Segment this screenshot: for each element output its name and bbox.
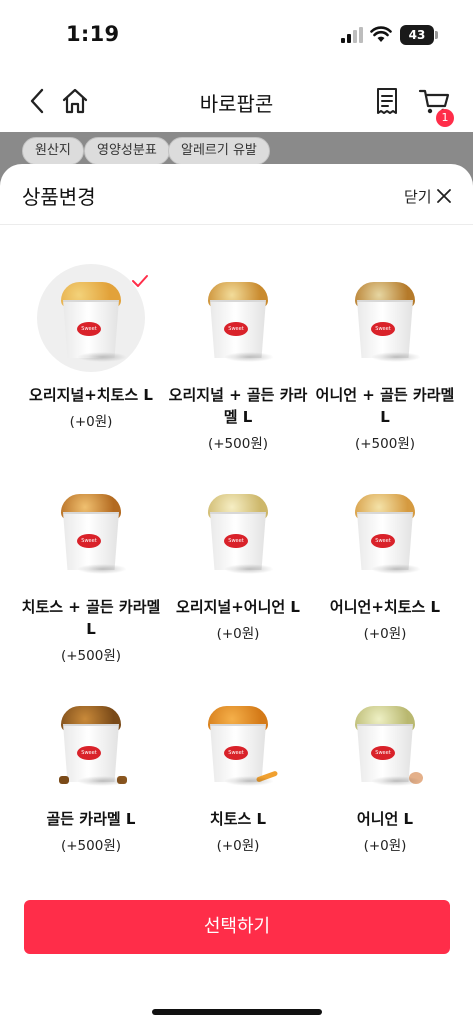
wifi-icon xyxy=(370,26,392,42)
home-indicator xyxy=(152,1009,322,1015)
product-price: (+0원) xyxy=(216,838,260,854)
product-option[interactable]: Sweet 어니언 + 골든 카라멜 L (+500원) xyxy=(312,264,458,452)
product-image: Sweet xyxy=(331,688,439,796)
product-option[interactable]: Sweet 골든 카라멜 L (+500원) xyxy=(18,688,164,854)
status-bar: 1:19 43 xyxy=(0,0,473,70)
product-name: 어니언 + 골든 카라멜 L xyxy=(315,386,455,426)
product-image: Sweet xyxy=(37,688,145,796)
receipt-icon[interactable] xyxy=(374,86,400,116)
app-header: 바로팝콘 xyxy=(0,70,473,132)
product-price: (+0원) xyxy=(216,626,260,642)
product-option[interactable]: Sweet 어니언+치토스 L (+0원) xyxy=(312,476,458,642)
product-image: Sweet xyxy=(331,476,439,584)
chip-allergy[interactable]: 알레르기 유발 xyxy=(168,137,270,165)
close-button[interactable]: 닫기 xyxy=(404,184,451,208)
product-image: Sweet xyxy=(37,264,148,372)
product-name: 오리지널 + 골든 카라멜 L xyxy=(168,386,308,426)
product-image: Sweet xyxy=(184,688,292,796)
product-name: 어니언+치토스 L xyxy=(329,598,441,616)
close-icon xyxy=(436,189,451,203)
sheet-title: 상품변경 xyxy=(22,185,96,209)
product-name: 어니언 L xyxy=(356,810,414,828)
chip-origin[interactable]: 원산지 xyxy=(22,137,84,165)
chip-nutrition[interactable]: 영양성분표 xyxy=(84,137,170,165)
product-option[interactable]: Sweet 치토스 + 골든 카라멜 L (+500원) xyxy=(18,476,164,664)
product-option[interactable]: Sweet 어니언 L (+0원) xyxy=(312,688,458,854)
page-title: 바로팝콘 xyxy=(199,92,274,116)
product-name: 치토스 L xyxy=(209,810,267,828)
status-time: 1:19 xyxy=(66,22,120,46)
product-image: Sweet xyxy=(184,476,292,584)
product-option[interactable]: Sweet 오리지널+치토스 L (+0원) xyxy=(18,264,164,430)
product-name: 치토스 + 골든 카라멜 L xyxy=(21,598,161,638)
product-price: (+0원) xyxy=(69,414,113,430)
select-button[interactable]: 선택하기 xyxy=(24,900,450,954)
product-image: Sweet xyxy=(184,264,292,372)
signal-icon xyxy=(341,27,363,43)
sheet-divider xyxy=(0,224,473,225)
product-name: 골든 카라멜 L xyxy=(46,810,136,828)
check-icon xyxy=(132,275,148,287)
product-price: (+0원) xyxy=(363,626,407,642)
product-option[interactable]: Sweet 오리지널 + 골든 카라멜 L (+500원) xyxy=(165,264,311,452)
product-image: Sweet xyxy=(37,476,145,584)
product-name: 오리지널+어니언 L xyxy=(176,598,300,616)
product-name: 오리지널+치토스 L xyxy=(29,386,153,404)
product-price: (+0원) xyxy=(363,838,407,854)
product-price: (+500원) xyxy=(60,648,122,664)
product-price: (+500원) xyxy=(207,436,269,452)
product-price: (+500원) xyxy=(60,838,122,854)
battery-indicator: 43 xyxy=(400,25,438,45)
product-image: Sweet xyxy=(331,264,439,372)
product-option[interactable]: Sweet 오리지널+어니언 L (+0원) xyxy=(165,476,311,642)
close-label: 닫기 xyxy=(404,187,432,206)
cart-count-badge: 1 xyxy=(436,109,454,127)
product-price: (+500원) xyxy=(354,436,416,452)
product-option[interactable]: Sweet 치토스 L (+0원) xyxy=(165,688,311,854)
product-change-sheet: 상품변경 닫기 Sweet 오리지널+치토스 L (+0원) Sweet 오리지… xyxy=(0,164,473,1024)
